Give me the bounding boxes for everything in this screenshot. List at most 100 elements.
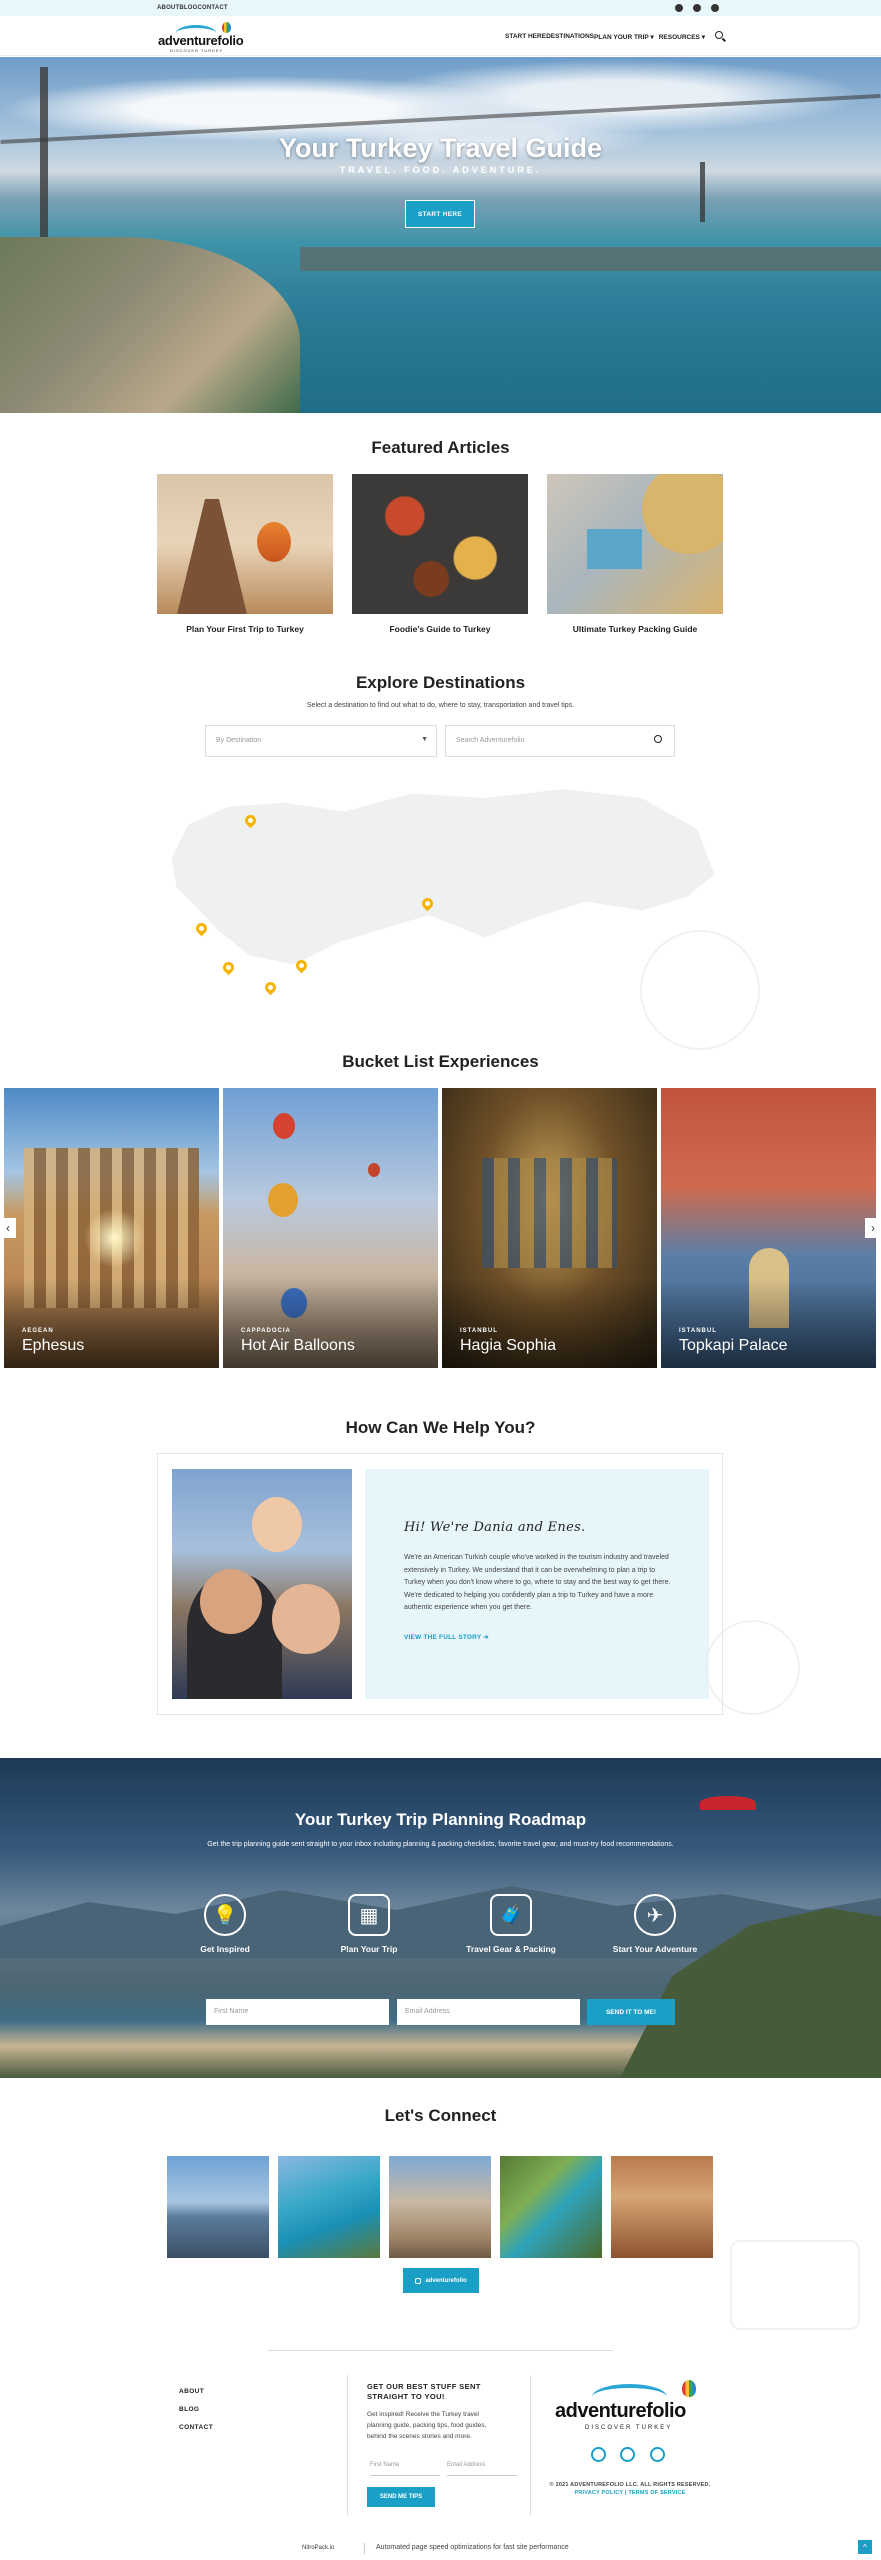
nitropack-separator: [364, 2543, 365, 2554]
instagram-photo-5[interactable]: [611, 2156, 713, 2258]
article-image-plan[interactable]: [157, 474, 333, 614]
destinations-heading: Explore Destinations: [355, 673, 526, 692]
footer-links: ABOUT BLOG CONTACT: [179, 2383, 213, 2437]
article-image-food[interactable]: [352, 474, 528, 614]
logo[interactable]: adventurefolio: [158, 33, 244, 48]
nav-item-resources[interactable]: RESOURCES ▾: [659, 33, 705, 41]
instagram-photo-3[interactable]: [389, 2156, 491, 2258]
article-image-packing[interactable]: [547, 474, 723, 614]
footer-separator: [530, 2375, 531, 2515]
top-bar: ABOUT BLOG CONTACT: [0, 0, 881, 16]
footer-first-name-input[interactable]: First Name: [370, 2458, 440, 2476]
pinterest-icon[interactable]: [650, 2447, 665, 2462]
instagram-icon: [415, 2277, 422, 2284]
top-link-contact[interactable]: CONTACT: [197, 5, 227, 11]
search-icon[interactable]: [654, 735, 662, 743]
footer-link-contact[interactable]: CONTACT: [179, 2419, 213, 2437]
map-pin-icon[interactable]: [193, 920, 210, 937]
roadmap-first-name-input[interactable]: First Name: [206, 1999, 389, 2025]
map-pin-icon[interactable]: [262, 979, 279, 996]
chevron-up-icon: ^: [863, 2542, 867, 2552]
roadmap-step-label: Travel Gear & Packing: [466, 1944, 556, 1954]
start-here-button[interactable]: START HERE: [405, 200, 475, 228]
carousel-prev-button[interactable]: ‹: [0, 1218, 16, 1238]
nitropack-bar: NitroPack.io Automated page speed optimi…: [0, 2540, 881, 2560]
facebook-icon[interactable]: [620, 2447, 635, 2462]
map-pin-icon[interactable]: [220, 959, 237, 976]
nav-item-plan-your-trip[interactable]: PLAN YOUR TRIP ▾: [594, 33, 654, 41]
footer-separator: [347, 2375, 348, 2515]
bucket-heading: Bucket List Experiences: [342, 1052, 539, 1071]
bucket-card-hagia-sophia[interactable]: ISTANBUL Hagia Sophia: [442, 1088, 657, 1368]
destination-select[interactable]: By Destination ▼: [205, 725, 437, 757]
pinterest-icon[interactable]: [711, 4, 719, 12]
search-placeholder: Search Adventurefolio: [456, 737, 525, 744]
back-to-top-button[interactable]: ^: [858, 2540, 872, 2554]
nitropack-text: Automated page speed optimizations for f…: [376, 2544, 569, 2551]
nitropack-badge[interactable]: NitroPack.io: [302, 2545, 334, 2551]
bucket-card-topkapi[interactable]: ISTANBUL Topkapi Palace: [661, 1088, 876, 1368]
first-name-placeholder: First Name: [214, 2008, 249, 2015]
instagram-icon[interactable]: [591, 2447, 606, 2462]
top-links: ABOUT BLOG CONTACT: [157, 5, 228, 11]
balloon-logo-icon: [222, 22, 231, 33]
roadmap-step-label: Start Your Adventure: [612, 1944, 698, 1954]
send-it-button[interactable]: SEND IT TO ME!: [587, 1999, 675, 2025]
card-region: ISTANBUL: [460, 1328, 498, 1334]
nav-menu: START HERE DESTINATIONS PLAN YOUR TRIP ▾…: [505, 33, 705, 41]
logo-tagline: DISCOVER TURKEY: [170, 48, 224, 53]
instagram-photo-4[interactable]: [500, 2156, 602, 2258]
footer-logo[interactable]: adventurefolio: [555, 2400, 686, 2423]
footer-signup-heading: GET OUR BEST STUFF SENT STRAIGHT TO YOU!: [367, 2382, 481, 2401]
footer-link-about[interactable]: ABOUT: [179, 2383, 213, 2401]
policy-links[interactable]: PRIVACY POLICY | TERMS OF SERVICE: [540, 2489, 720, 2497]
footer-email-input[interactable]: Email Address: [447, 2458, 517, 2476]
nav-item-start-here[interactable]: START HERE: [505, 33, 546, 41]
help-greeting: Hi! We're Dania and Enes.: [404, 1520, 586, 1535]
nav-item-destinations[interactable]: DESTINATIONS: [546, 33, 594, 41]
bucket-card-ephesus[interactable]: AEGEAN Ephesus: [4, 1088, 219, 1368]
card-name: Hot Air Balloons: [241, 1337, 355, 1354]
send-tips-button[interactable]: SEND ME TIPS: [367, 2487, 435, 2507]
instagram-icon[interactable]: [675, 4, 683, 12]
footer-signup-text: Get inspired! Receive the Turkey travel …: [367, 2411, 487, 2440]
top-link-about[interactable]: ABOUT: [157, 5, 179, 11]
full-story-link[interactable]: VIEW THE FULL STORY ➔: [404, 1633, 489, 1641]
instagram-photo-1[interactable]: [167, 2156, 269, 2258]
footer-divider: [268, 2350, 613, 2351]
chevron-left-icon: ‹: [6, 1221, 10, 1235]
destinations-subtext: Select a destination to find out what to…: [306, 702, 575, 709]
travel-stamp-watermark: [730, 2240, 860, 2330]
article-title-packing[interactable]: Ultimate Turkey Packing Guide: [547, 624, 723, 634]
footer-copyright: © 2021 ADVENTUREFOLIO LLC. ALL RIGHTS RE…: [540, 2481, 720, 2497]
hero-shore: [0, 237, 300, 413]
search-icon[interactable]: [715, 31, 723, 39]
instagram-follow-button[interactable]: adventurefolio: [403, 2268, 479, 2293]
footer-link-blog[interactable]: BLOG: [179, 2401, 213, 2419]
hero-subtitle: TRAVEL. FOOD. ADVENTURE.: [339, 165, 542, 175]
carousel-next-button[interactable]: ›: [865, 1218, 881, 1238]
roadmap-email-input[interactable]: Email Address: [397, 1999, 580, 2025]
hero-title: Your Turkey Travel Guide: [278, 133, 603, 163]
facebook-icon[interactable]: [693, 4, 701, 12]
bucket-card-balloons[interactable]: CAPPADOCIA Hot Air Balloons: [223, 1088, 438, 1368]
roadmap-section: [0, 1758, 881, 2078]
airplane-icon: ✈: [634, 1894, 676, 1936]
card-name: Ephesus: [22, 1337, 85, 1354]
chevron-right-icon: ›: [871, 1221, 875, 1235]
main-nav: adventurefolio DISCOVER TURKEY START HER…: [0, 16, 881, 56]
top-link-blog[interactable]: BLOG: [179, 5, 197, 11]
instagram-handle: adventurefolio: [425, 2277, 467, 2284]
instagram-photo-2[interactable]: [278, 2156, 380, 2258]
article-title-plan[interactable]: Plan Your First Trip to Turkey: [157, 624, 333, 634]
destination-select-label: By Destination: [216, 737, 262, 744]
card-region: ISTANBUL: [679, 1328, 717, 1334]
connect-heading: Let's Connect: [384, 2106, 497, 2125]
card-name: Hagia Sophia: [460, 1337, 557, 1354]
help-heading: How Can We Help You?: [345, 1418, 536, 1437]
search-input[interactable]: Search Adventurefolio: [445, 725, 675, 757]
roadmap-step-inspired: 💡 Get Inspired: [170, 1894, 280, 1954]
couple-photo: [172, 1469, 352, 1699]
roadmap-subtext: Get the trip planning guide sent straigh…: [207, 1841, 674, 1848]
article-title-food[interactable]: Foodie's Guide to Turkey: [352, 624, 528, 634]
